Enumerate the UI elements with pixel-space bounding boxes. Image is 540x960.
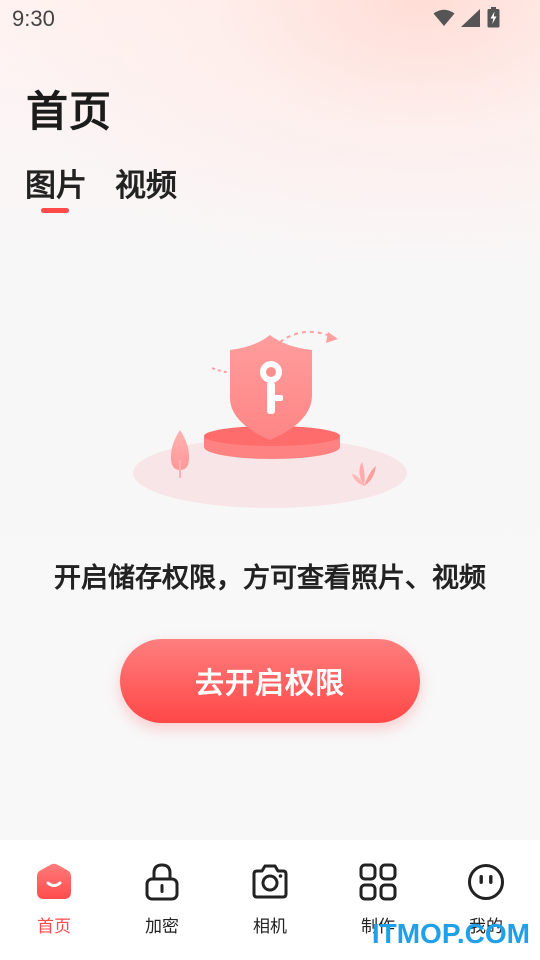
status-icons [427, 7, 500, 28]
nav-label-encrypt: 加密 [145, 917, 179, 937]
home-icon [37, 863, 71, 899]
nav-label-home: 首页 [37, 917, 71, 937]
status-bar: 9:30 [0, 0, 540, 38]
tab-videos[interactable]: 视频 [115, 160, 177, 205]
permission-message: 开启储存权限，方可查看照片、视频 [54, 563, 486, 594]
cellular-signal-icon [461, 8, 480, 27]
nav-label-camera: 相机 [253, 917, 287, 937]
nav-item-encrypt[interactable]: 加密 [108, 840, 216, 960]
grid-icon [359, 863, 397, 901]
battery-charging-icon [487, 7, 500, 28]
tab-pictures[interactable]: 图片 [25, 160, 87, 213]
page-title: 首页 [26, 87, 113, 136]
tab-active-indicator [41, 208, 69, 213]
smiley-face-icon [468, 864, 504, 900]
status-time: 9:30 [12, 6, 55, 31]
tab-pictures-label: 图片 [25, 168, 87, 204]
camera-icon [252, 864, 288, 899]
enable-permission-button[interactable]: 去开启权限 [120, 639, 420, 723]
lock-icon [145, 863, 179, 901]
tab-videos-label: 视频 [115, 168, 177, 204]
wifi-icon [433, 9, 455, 26]
media-tabs: 图片 视频 [25, 160, 205, 213]
nav-item-home[interactable]: 首页 [0, 840, 108, 960]
watermark: ITMOP.COM [371, 918, 530, 949]
nav-item-camera[interactable]: 相机 [216, 840, 324, 960]
shield-key-icon [133, 331, 407, 508]
